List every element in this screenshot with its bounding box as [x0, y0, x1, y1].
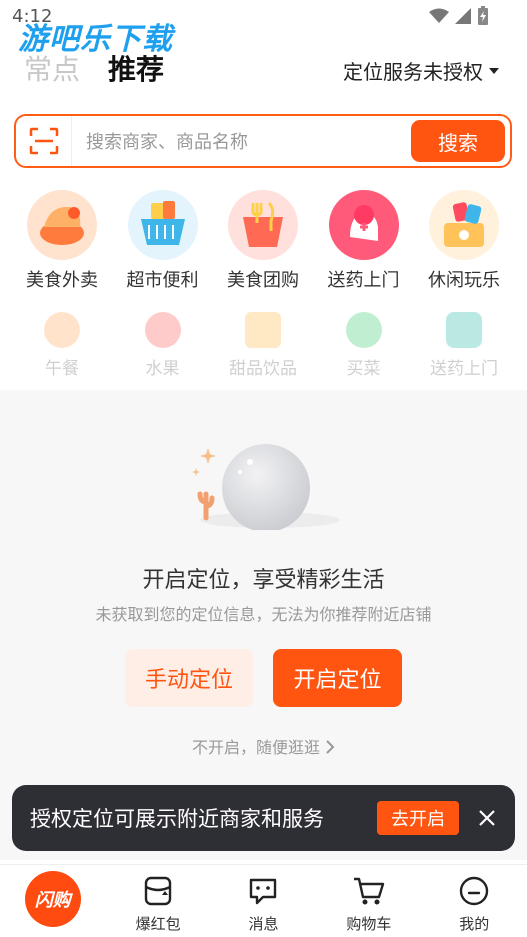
- cart-icon: [351, 873, 387, 909]
- subcategory-label: 水果: [145, 359, 180, 379]
- bottom-nav: 闪购 爆红包 消息 购物车 我的: [0, 864, 527, 937]
- enable-location-button[interactable]: 开启定位: [273, 649, 402, 707]
- manual-location-button[interactable]: 手动定位: [125, 649, 253, 707]
- fork-knife-icon: [228, 190, 298, 260]
- subcategory-dessert-drinks[interactable]: 甜品饮品: [215, 312, 311, 379]
- skip-location-link[interactable]: 不开启，随便逛逛: [0, 734, 527, 758]
- status-icons: [429, 6, 489, 26]
- category-food-delivery[interactable]: 美食外卖: [14, 190, 110, 292]
- subcategory-medicine[interactable]: 送药上门: [416, 312, 512, 379]
- location-toast: 授权定位可展示附近商家和服务 去开启: [12, 785, 515, 851]
- category-supermarket[interactable]: 超市便利: [115, 190, 211, 292]
- subcategory-groceries[interactable]: 买菜: [316, 312, 412, 379]
- search-bar[interactable]: 搜索商家、商品名称 搜索: [14, 114, 512, 168]
- category-medicine[interactable]: 送药上门: [316, 190, 412, 292]
- empty-state-title: 开启定位，享受精彩生活: [142, 568, 385, 593]
- category-label: 送药上门: [327, 270, 400, 291]
- food-delivery-icon: [27, 190, 97, 260]
- subcategory-grid: 午餐 水果 甜品饮品 买菜 送药上门: [14, 312, 512, 379]
- vegetable-icon: [345, 312, 382, 348]
- moon-illustration-icon: [192, 444, 340, 530]
- category-label: 超市便利: [126, 270, 199, 291]
- search-button[interactable]: 搜索: [411, 120, 505, 162]
- close-icon[interactable]: [459, 785, 515, 851]
- subcategory-lunch[interactable]: 午餐: [14, 312, 110, 379]
- message-icon: [245, 873, 281, 909]
- subcategory-label: 甜品饮品: [229, 359, 297, 379]
- toast-message: 授权定位可展示附近商家和服务: [30, 807, 324, 831]
- category-label: 休闲玩乐: [428, 270, 500, 291]
- location-status-label: 定位服务未授权: [343, 60, 483, 84]
- subcategory-fruit[interactable]: 水果: [115, 312, 211, 379]
- nav-messages[interactable]: 消息: [218, 865, 308, 934]
- location-status-selector[interactable]: 定位服务未授权: [343, 56, 499, 85]
- subcategory-label: 午餐: [45, 359, 79, 379]
- skip-link-label: 不开启，随便逛逛: [191, 738, 320, 757]
- scan-icon[interactable]: [16, 116, 72, 166]
- nav-label: 我的: [459, 915, 490, 933]
- signal-icon: [455, 8, 471, 24]
- chevron-right-icon: [326, 740, 335, 754]
- medicine-icon: [328, 190, 399, 260]
- subcategory-label: 买菜: [346, 359, 381, 379]
- profile-icon: [456, 873, 492, 909]
- watermark-logo: 游吧乐下载: [18, 22, 173, 57]
- category-grid: 美食外卖 超市便利 美食团购 送药上门 休闲玩乐: [14, 190, 512, 292]
- category-label: 美食外卖: [26, 270, 98, 291]
- toast-enable-button[interactable]: 去开启: [377, 801, 459, 835]
- subcategory-label: 送药上门: [430, 359, 498, 379]
- basket-icon: [127, 190, 198, 260]
- strawberry-icon: [144, 312, 181, 348]
- nav-profile[interactable]: 我的: [429, 865, 519, 934]
- red-packet-icon: [140, 873, 176, 909]
- nav-label: 爆红包: [135, 915, 181, 933]
- shangou-home-icon: 闪购: [24, 871, 81, 927]
- lunch-icon: [44, 312, 80, 348]
- category-group-buy[interactable]: 美食团购: [215, 190, 311, 292]
- leisure-icon: [429, 190, 499, 260]
- nav-cart[interactable]: 购物车: [324, 865, 414, 934]
- category-leisure[interactable]: 休闲玩乐: [416, 190, 512, 292]
- medicine-box-icon: [446, 312, 482, 348]
- nav-home[interactable]: 闪购: [8, 865, 98, 927]
- search-input[interactable]: 搜索商家、商品名称: [72, 128, 411, 154]
- category-label: 美食团购: [227, 270, 299, 291]
- wifi-icon: [429, 8, 449, 23]
- battery-icon: [478, 6, 488, 25]
- nav-label: 购物车: [346, 915, 392, 933]
- caret-down-icon: [489, 67, 499, 74]
- empty-state-subtitle: 未获取到您的定位信息，无法为你推荐附近店铺: [95, 605, 432, 624]
- nav-red-packet[interactable]: 爆红包: [113, 865, 203, 934]
- drink-cup-icon: [245, 312, 281, 348]
- nav-label: 消息: [248, 915, 279, 933]
